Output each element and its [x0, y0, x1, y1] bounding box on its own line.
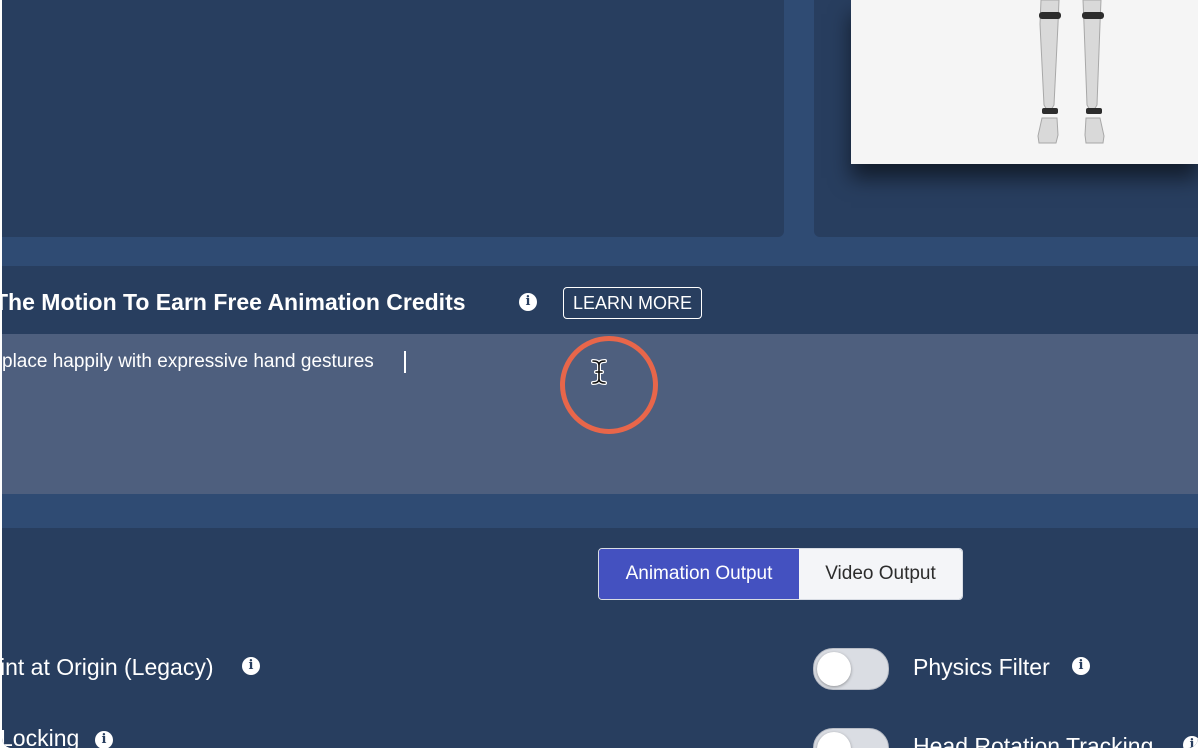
text-caret [404, 351, 406, 373]
tab-animation-output[interactable]: Animation Output [599, 549, 799, 599]
left-viewport-panel [2, 0, 784, 237]
setting-label-locking: Locking [2, 725, 80, 748]
info-icon[interactable]: i [1072, 657, 1090, 675]
click-highlight-circle [560, 336, 658, 434]
setting-label-physics-filter: Physics Filter [913, 654, 1050, 680]
text-cursor-icon [591, 359, 607, 385]
learn-more-button[interactable]: LEARN MORE [563, 287, 702, 319]
info-icon[interactable]: i [242, 657, 260, 675]
setting-label-origin: int at Origin (Legacy) [2, 654, 214, 680]
tab-video-output[interactable]: Video Output [799, 549, 962, 599]
setting-label-head-rotation-tracking: Head Rotation Tracking [913, 733, 1154, 748]
info-icon[interactable]: i [1183, 736, 1198, 748]
info-icon[interactable]: i [519, 293, 537, 311]
character-legs-image [1037, 0, 1105, 144]
prompt-text-value: place happily with expressive hand gestu… [2, 351, 374, 372]
output-type-toggle: Animation Output Video Output [598, 548, 963, 600]
prompt-section-title: The Motion To Earn Free Animation Credit… [2, 289, 466, 315]
toggle-knob [817, 732, 851, 748]
toggle-knob [817, 652, 851, 686]
physics-filter-toggle[interactable] [813, 648, 889, 690]
head-rotation-tracking-toggle[interactable] [813, 728, 889, 748]
character-preview [851, 0, 1198, 164]
info-icon[interactable]: i [95, 731, 113, 748]
